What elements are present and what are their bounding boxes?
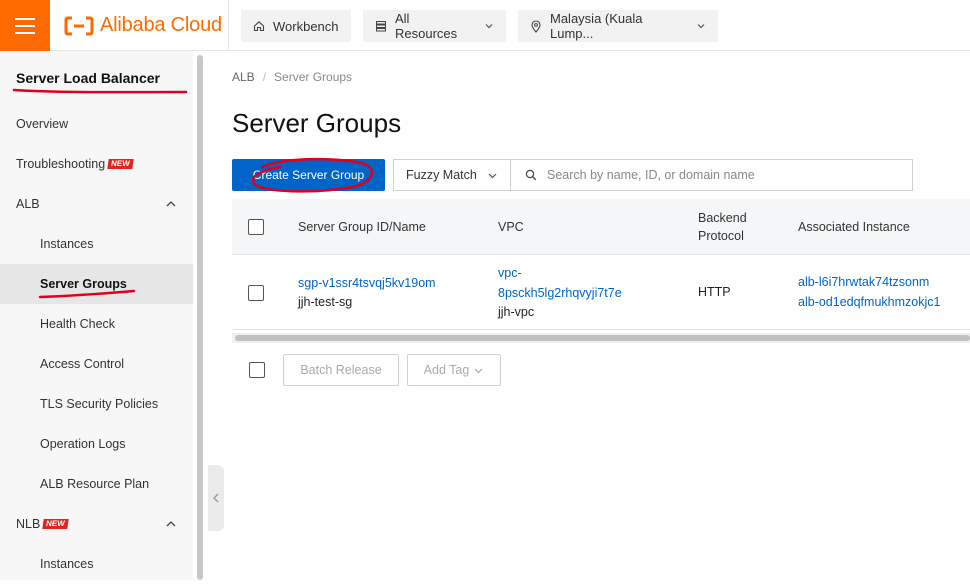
associated-instance-link[interactable]: alb-od1edqfmukhmzokjc1 — [798, 293, 940, 312]
sidebar-item-access-control[interactable]: Access Control — [0, 344, 193, 384]
table-row: sgp-v1ssr4tsvqj5kv19om jjh-test-sg vpc- … — [232, 256, 970, 330]
sidebar-item-alb-instances[interactable]: Instances — [0, 224, 193, 264]
chevron-down-icon — [697, 24, 705, 29]
associated-instance-link[interactable]: alb-l6i7hrwtak74tzsonm — [798, 273, 929, 292]
sidebar-item-operation-logs[interactable]: Operation Logs — [0, 424, 193, 464]
breadcrumb-current: Server Groups — [274, 70, 353, 84]
sidebar-item-health-check[interactable]: Health Check — [0, 304, 193, 344]
sidebar-item-label: Operation Logs — [40, 437, 126, 451]
select-all-checkbox[interactable] — [248, 219, 264, 235]
breadcrumb-separator: / — [262, 70, 267, 84]
sidebar-item-label: ALB Resource Plan — [40, 477, 150, 491]
new-badge: NEW — [107, 159, 134, 169]
vpc-id-link[interactable]: 8psckh5lg2rhqvyji7t7e — [498, 284, 622, 303]
region-label: Malaysia (Kuala Lump... — [550, 11, 643, 41]
menu-icon[interactable] — [0, 0, 50, 51]
match-mode-value: Fuzzy Match — [406, 168, 477, 182]
row-checkbox[interactable] — [248, 285, 264, 301]
topbar-divider — [228, 0, 229, 51]
sidebar-item-label: TLS Security Policies — [40, 397, 159, 411]
chevron-up-icon — [166, 521, 176, 527]
sidebar-item-nlb-instances[interactable]: Instances — [0, 544, 193, 584]
brand-logo[interactable]: Alibaba Cloud — [64, 14, 222, 37]
sidebar-scrollbar[interactable] — [196, 55, 204, 580]
table-horizontal-scrollbar[interactable] — [232, 333, 970, 343]
sidebar-item-alb-resource-plan[interactable]: ALB Resource Plan — [0, 464, 193, 504]
search-icon — [525, 169, 537, 181]
vpc-id-link[interactable]: vpc- — [498, 264, 522, 283]
sidebar-item-tls-policies[interactable]: TLS Security Policies — [0, 384, 193, 424]
sidebar-group-nlb[interactable]: NLB NEW — [0, 504, 193, 544]
sidebar-item-label: Instances — [40, 557, 94, 571]
sidebar-item-label: Instances — [40, 237, 94, 251]
column-header: Associated Instance — [798, 220, 910, 234]
breadcrumb-root[interactable]: ALB — [232, 70, 255, 84]
chevron-left-icon — [213, 493, 219, 503]
alibaba-logo-icon — [64, 16, 94, 35]
backend-protocol: HTTP — [698, 285, 731, 299]
location-pin-icon — [531, 19, 541, 33]
sidebar-group-alb[interactable]: ALB — [0, 184, 193, 224]
footer-select-all-checkbox[interactable] — [249, 362, 265, 378]
top-bar: Alibaba Cloud Workbench All Resources Ma… — [0, 0, 970, 51]
sidebar-item-label: Troubleshooting — [16, 157, 106, 171]
region-dropdown[interactable]: Malaysia (Kuala Lump... — [518, 10, 718, 42]
sidebar: Server Load Balancer Overview Troublesho… — [0, 51, 193, 580]
sidebar-item-overview[interactable]: Overview — [0, 104, 193, 144]
all-resources-label: All Resources — [395, 11, 458, 41]
sidebar-item-label: Overview — [16, 117, 69, 131]
sidebar-item-label: Server Groups — [40, 277, 127, 291]
stack-icon — [376, 21, 386, 32]
workbench-label: Workbench — [273, 18, 339, 34]
column-header: Backend Protocol — [698, 211, 747, 243]
create-server-group-button[interactable]: Create Server Group — [232, 159, 385, 191]
chevron-up-icon — [166, 201, 176, 207]
sidebar-item-label: NLB — [16, 517, 41, 531]
page-title: Server Groups — [232, 108, 402, 138]
chevron-down-icon — [488, 173, 497, 178]
match-mode-select[interactable]: Fuzzy Match — [393, 159, 511, 191]
sidebar-item-label: ALB — [16, 197, 40, 211]
search-box[interactable] — [510, 159, 913, 191]
search-input[interactable] — [547, 168, 877, 182]
new-badge: NEW — [42, 519, 69, 529]
breadcrumb: ALB / Server Groups — [232, 70, 352, 84]
sidebar-item-troubleshooting[interactable]: Troubleshooting NEW — [0, 144, 193, 184]
workbench-button[interactable]: Workbench — [241, 10, 351, 42]
home-icon — [253, 21, 265, 32]
column-header: VPC — [498, 220, 524, 234]
chevron-down-icon — [474, 368, 483, 373]
vpc-name: jjh-vpc — [498, 305, 535, 319]
batch-release-button[interactable]: Batch Release — [283, 354, 399, 386]
sidebar-collapse-handle[interactable] — [208, 465, 224, 531]
brand-name: Alibaba Cloud — [100, 14, 222, 36]
sidebar-title: Server Load Balancer — [16, 70, 160, 86]
sidebar-item-label: Health Check — [40, 317, 116, 331]
all-resources-dropdown[interactable]: All Resources — [363, 10, 506, 42]
server-group-id-link[interactable]: sgp-v1ssr4tsvqj5kv19om — [298, 274, 436, 293]
add-tag-button[interactable]: Add Tag — [407, 354, 501, 386]
server-group-name: jjh-test-sg — [298, 295, 353, 309]
sidebar-item-label: Access Control — [40, 357, 125, 371]
chevron-down-icon — [485, 24, 493, 29]
table-header: Server Group ID/Name VPC Backend Protoco… — [232, 199, 970, 255]
column-header: Server Group ID/Name — [298, 220, 426, 234]
sidebar-item-server-groups[interactable]: Server Groups — [0, 264, 193, 304]
add-tag-label: Add Tag — [423, 363, 470, 377]
